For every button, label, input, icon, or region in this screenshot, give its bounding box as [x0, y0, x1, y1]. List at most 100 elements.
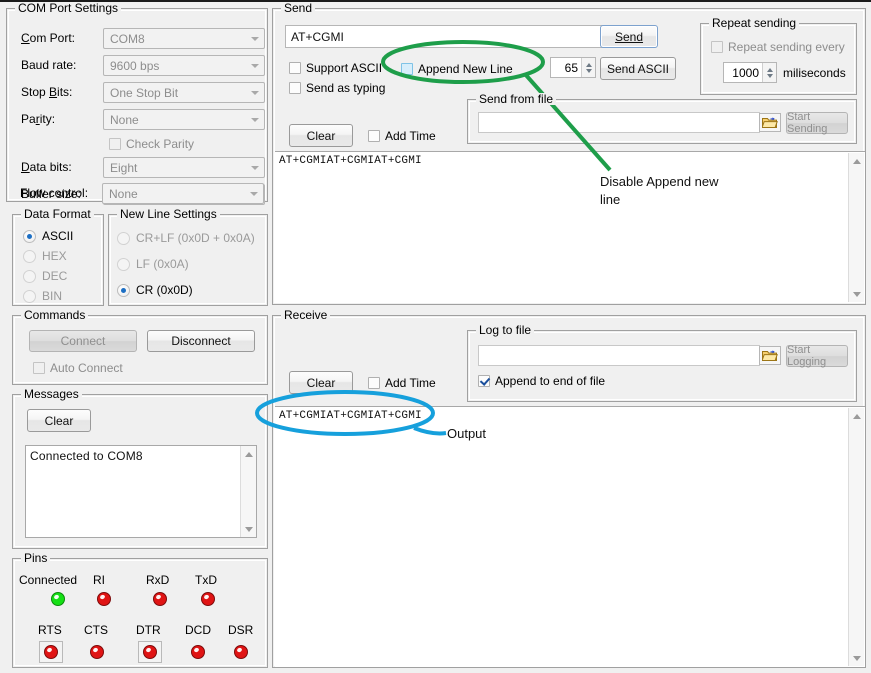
repeat-interval-value: 1000	[724, 63, 762, 82]
scroll-down-icon[interactable]	[849, 650, 864, 666]
send-file-path-input[interactable]	[478, 112, 760, 133]
scroll-down-icon[interactable]	[849, 286, 864, 302]
new-line-settings-title: New Line Settings	[117, 208, 220, 220]
messages-log-text: Connected to COM8	[30, 449, 236, 463]
repeat-sending-title: Repeat sending	[709, 17, 799, 29]
pin-led-ri	[97, 592, 111, 606]
data-bits-value: Eight	[110, 161, 137, 175]
data-format-option-ascii[interactable]: ASCII	[23, 229, 73, 243]
pin-label-txd: TxD	[195, 573, 217, 587]
radio-dot	[117, 258, 130, 271]
data-format-option-bin[interactable]: BIN	[23, 289, 62, 303]
data-format-title: Data Format	[21, 208, 94, 220]
checkbox-box	[33, 362, 45, 374]
spinner-arrows[interactable]	[762, 63, 776, 82]
send-add-time-checkbox[interactable]: Add Time	[368, 129, 436, 143]
receive-title: Receive	[281, 309, 330, 321]
receive-group: Receive Clear Add Time Log to file Start	[272, 315, 866, 668]
connect-button[interactable]: Connect	[29, 330, 137, 352]
messages-scrollbar[interactable]	[240, 446, 256, 537]
pin-label-dsr: DSR	[228, 623, 253, 637]
chevron-down-icon	[250, 192, 258, 196]
send-as-typing-checkbox[interactable]: Send as typing	[289, 81, 385, 95]
stop-bits-select[interactable]: One Stop Bit	[103, 82, 265, 103]
radio-dot	[23, 250, 36, 263]
messages-group: Messages Clear Connected to COM8	[12, 394, 268, 549]
receive-output-area[interactable]: AT+CGMIAT+CGMIAT+CGMI	[275, 406, 865, 667]
radio-dot	[23, 270, 36, 283]
radio-dot	[23, 290, 36, 303]
append-new-line-checkbox[interactable]: Append New Line	[401, 62, 513, 76]
option-label: BIN	[42, 289, 62, 303]
start-sending-button[interactable]: Start Sending	[786, 112, 848, 134]
send-from-file-title: Send from file	[476, 93, 556, 105]
scroll-up-icon[interactable]	[241, 446, 256, 462]
send-log-scrollbar[interactable]	[848, 153, 864, 302]
clear-button-label: Clear	[45, 414, 74, 428]
annotation-text-disable-append-new-line: Disable Append new line	[600, 173, 770, 209]
pins-title: Pins	[21, 552, 50, 564]
send-as-typing-label: Send as typing	[306, 81, 385, 95]
radio-dot	[117, 232, 130, 245]
append-new-line-label: Append New Line	[418, 62, 513, 76]
receive-clear-button[interactable]: Clear	[289, 371, 353, 394]
append-to-end-checkbox[interactable]: Append to end of file	[478, 374, 605, 388]
scroll-up-icon[interactable]	[849, 153, 864, 169]
auto-connect-checkbox[interactable]: Auto Connect	[33, 361, 123, 375]
repeat-interval-spinner[interactable]: 1000	[723, 62, 777, 83]
log-to-file-group: Log to file Start Logging Append to end …	[467, 330, 857, 402]
spinner-arrows[interactable]	[581, 58, 595, 77]
com-port-select[interactable]: COM8	[103, 28, 265, 49]
add-time-label: Add Time	[385, 129, 436, 143]
receive-scrollbar[interactable]	[848, 408, 864, 666]
scroll-down-icon[interactable]	[241, 521, 256, 537]
start-logging-label: Start Logging	[787, 344, 847, 368]
com-port-label: Com Port:	[21, 31, 75, 45]
log-file-path-input[interactable]	[478, 345, 760, 366]
new-line-option-crlf[interactable]: CR+LF (0x0D + 0x0A)	[117, 231, 255, 245]
messages-clear-button[interactable]: Clear	[27, 409, 91, 432]
receive-add-time-checkbox[interactable]: Add Time	[368, 376, 436, 390]
new-line-option-lf[interactable]: LF (0x0A)	[117, 257, 189, 271]
pin-led-rts	[44, 645, 58, 659]
data-format-option-dec[interactable]: DEC	[23, 269, 67, 283]
send-button[interactable]: Send	[600, 25, 658, 48]
log-file-browse-button[interactable]	[759, 346, 781, 365]
option-label: HEX	[42, 249, 67, 263]
baud-rate-value: 9600 bps	[110, 59, 159, 73]
com-port-value: COM8	[110, 32, 145, 46]
repeat-sending-group: Repeat sending Repeat sending every 1000…	[700, 23, 857, 95]
baud-rate-label: Baud rate:	[21, 58, 76, 72]
checkbox-box	[401, 63, 413, 75]
stop-bits-value: One Stop Bit	[110, 86, 178, 100]
new-line-option-cr[interactable]: CR (0x0D)	[117, 283, 193, 297]
radio-dot	[117, 284, 130, 297]
repeat-sending-checkbox[interactable]: Repeat sending every	[711, 40, 845, 54]
pin-label-dtr: DTR	[136, 623, 161, 637]
data-format-group: Data Format ASCII HEX DEC BIN	[12, 214, 104, 306]
send-ascii-button[interactable]: Send ASCII	[600, 57, 676, 80]
pin-label-rts: RTS	[38, 623, 62, 637]
pin-led-connected	[51, 592, 65, 606]
radio-dot	[23, 230, 36, 243]
send-clear-button[interactable]: Clear	[289, 124, 353, 147]
scroll-up-icon[interactable]	[849, 408, 864, 424]
flow-control-select[interactable]: None	[102, 183, 264, 204]
data-format-option-hex[interactable]: HEX	[23, 249, 67, 263]
messages-log-area[interactable]: Connected to COM8	[25, 445, 257, 538]
support-ascii-checkbox[interactable]: Support ASCII	[289, 61, 382, 75]
repeat-units-label: miliseconds	[783, 66, 846, 80]
send-log-area[interactable]: AT+CGMIAT+CGMIAT+CGMI	[275, 151, 865, 303]
start-logging-button[interactable]: Start Logging	[786, 345, 848, 367]
ascii-code-spinner[interactable]: 65	[550, 57, 596, 78]
flow-control-value: None	[109, 187, 138, 201]
parity-select[interactable]: None	[103, 109, 265, 130]
baud-rate-select[interactable]: 9600 bps	[103, 55, 265, 76]
send-input[interactable]: AT+CGMI	[285, 25, 605, 48]
pin-led-txd	[201, 592, 215, 606]
clear-button-label: Clear	[307, 376, 336, 390]
data-bits-select[interactable]: Eight	[103, 157, 265, 178]
send-file-browse-button[interactable]	[759, 113, 781, 132]
check-parity-checkbox[interactable]: Check Parity	[109, 137, 194, 151]
disconnect-button[interactable]: Disconnect	[147, 330, 255, 352]
